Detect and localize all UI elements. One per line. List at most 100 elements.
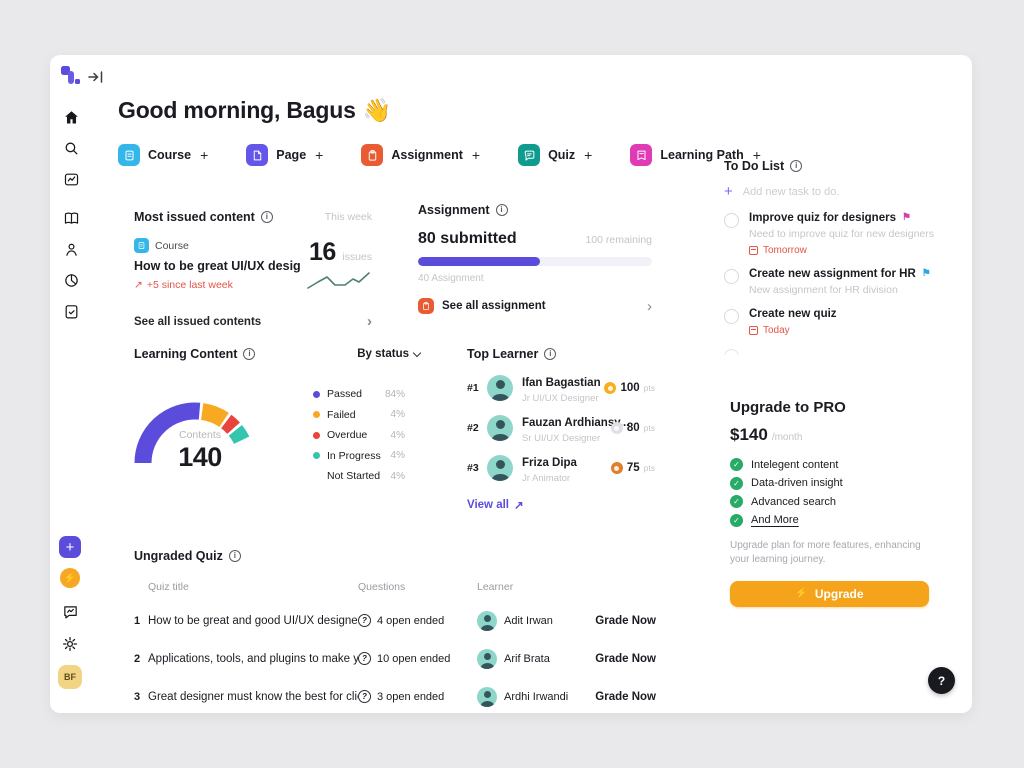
create-new-button[interactable]: + xyxy=(59,536,81,558)
see-all-issued-link[interactable]: See all issued contents › xyxy=(134,314,372,329)
legend-item: Passed84% xyxy=(313,387,405,401)
help-button[interactable]: ? xyxy=(928,667,955,694)
page-icon xyxy=(246,144,268,166)
learner-row[interactable]: #3 Friza DipaJr Animator 75pts xyxy=(467,455,655,481)
see-all-assignment-link[interactable]: See all assignment › xyxy=(418,298,652,314)
quiz-icon xyxy=(518,144,540,166)
grade-now-button[interactable]: Grade Now xyxy=(587,653,656,665)
info-icon[interactable]: i xyxy=(496,204,508,216)
check-icon: ✓ xyxy=(730,514,743,527)
column-quiz-title: Quiz title xyxy=(148,581,358,593)
settings-gear-icon[interactable] xyxy=(61,635,79,653)
chevron-right-icon: › xyxy=(647,299,652,314)
add-task-input[interactable]: + Add new task to do. xyxy=(724,183,950,200)
learner-avatar xyxy=(487,455,513,481)
arrow-up-right-icon: ↗ xyxy=(514,498,524,512)
price-period: /month xyxy=(772,432,803,443)
by-status-dropdown[interactable]: By status xyxy=(357,348,420,360)
question-icon: ? xyxy=(358,652,371,665)
info-icon[interactable]: i xyxy=(243,348,255,360)
wave-emoji: 👋 xyxy=(363,97,391,124)
create-course-button[interactable]: Course + xyxy=(118,144,208,166)
analytics-icon[interactable] xyxy=(62,170,80,188)
info-icon[interactable]: i xyxy=(790,160,802,172)
learner-avatar xyxy=(477,687,497,707)
learning-gauge-chart: Contents 140 xyxy=(125,383,275,469)
card-title: To Do List xyxy=(724,159,784,173)
task-checkbox[interactable] xyxy=(724,269,739,284)
todo-task: Create new assignment for HR⚑ New assign… xyxy=(724,268,950,296)
people-icon[interactable] xyxy=(62,240,80,258)
plus-icon: + xyxy=(66,539,75,556)
period-label: This week xyxy=(325,211,372,223)
chevron-right-icon: › xyxy=(367,314,372,329)
tasks-icon[interactable] xyxy=(62,302,80,320)
legend-item: Overdue4% xyxy=(313,428,405,442)
check-icon: ✓ xyxy=(730,477,743,490)
library-icon[interactable] xyxy=(62,209,80,227)
check-icon: ✓ xyxy=(730,458,743,471)
todo-task: Create new quiz Today xyxy=(724,308,950,336)
create-assignment-button[interactable]: Assignment + xyxy=(361,144,480,166)
quiz-table-header: Quiz title Questions Learner xyxy=(134,581,656,593)
gauge-legend: Passed84% Failed4% Overdue4% In Progress… xyxy=(313,387,405,483)
legend-item: Failed4% xyxy=(313,408,405,422)
user-initials: BF xyxy=(64,672,76,682)
collapse-sidebar-icon[interactable] xyxy=(88,70,104,84)
task-checkbox[interactable] xyxy=(724,309,739,324)
learner-avatar xyxy=(487,415,513,441)
info-icon[interactable]: i xyxy=(261,211,273,223)
create-quiz-button[interactable]: Quiz + xyxy=(518,144,592,166)
quiz-table-row[interactable]: 2 Applications, tools, and plugins to ma… xyxy=(134,648,656,669)
upgrade-title: Upgrade to PRO xyxy=(730,399,930,416)
legend-dot xyxy=(313,391,320,398)
submitted-count: 80 submitted xyxy=(418,230,517,248)
plus-icon: + xyxy=(584,147,592,163)
top-learner-card: Top Learner i #1 Ifan BagastianJr UI/UX D… xyxy=(467,347,655,512)
issued-content-title: How to be great UI/UX desig... xyxy=(134,259,300,273)
calendar-icon xyxy=(749,246,758,255)
add-task-placeholder: Add new task to do. xyxy=(743,186,840,198)
learner-avatar xyxy=(487,375,513,401)
medal-icon xyxy=(604,382,616,394)
view-all-link[interactable]: View all↗ xyxy=(467,498,655,512)
reports-icon[interactable] xyxy=(62,271,80,289)
grade-now-button[interactable]: Grade Now xyxy=(587,691,656,703)
home-icon[interactable] xyxy=(62,108,80,126)
card-title: Top Learner xyxy=(467,347,538,361)
question-icon: ? xyxy=(358,614,371,627)
card-title: Assignment xyxy=(418,203,490,217)
messages-icon[interactable] xyxy=(62,603,79,620)
quiz-table-row[interactable]: 3 Great designer must know the best for … xyxy=(134,686,656,707)
boost-button[interactable]: ⚡ xyxy=(60,568,80,588)
question-mark: ? xyxy=(938,674,945,688)
create-page-button[interactable]: Page + xyxy=(246,144,323,166)
column-learner: Learner xyxy=(477,581,587,593)
upgrade-button[interactable]: ⚡ Upgrade xyxy=(730,581,929,607)
info-icon[interactable]: i xyxy=(229,550,241,562)
learner-avatar xyxy=(477,611,497,631)
quiz-table-row[interactable]: 1 How to be great and good UI/UX designe… xyxy=(134,610,656,631)
issues-sparkline xyxy=(306,269,372,293)
card-title: Most issued content xyxy=(134,210,255,224)
task-checkbox[interactable] xyxy=(724,213,739,228)
and-more-link[interactable]: And More xyxy=(751,514,799,526)
learner-row[interactable]: #2 Fauzan Ardhiansy...Sr UI/UX Designer … xyxy=(467,415,655,441)
page-title: Good morning, Bagus 👋 xyxy=(118,97,391,124)
upgrade-description: Upgrade plan for more features, enhancin… xyxy=(730,539,926,568)
due-date-badge: Tomorrow xyxy=(749,245,934,256)
info-icon[interactable]: i xyxy=(544,348,556,360)
learner-avatar xyxy=(477,649,497,669)
gauge-value: 140 xyxy=(125,442,275,473)
todo-task: Improve quiz for designers⚑ Need to impr… xyxy=(724,212,950,256)
learner-row[interactable]: #1 Ifan BagastianJr UI/UX Designer 100pt… xyxy=(467,375,655,401)
app-logo-icon[interactable] xyxy=(60,65,82,87)
feature-list: ✓Intelegent content ✓Data-driven insight… xyxy=(730,458,930,527)
user-avatar[interactable]: BF xyxy=(58,665,82,689)
upgrade-pro-card: Upgrade to PRO $140 /month ✓Intelegent c… xyxy=(730,399,930,607)
delta-label: ↗+5 since last week xyxy=(134,279,300,291)
medal-icon xyxy=(611,462,623,474)
grade-now-button[interactable]: Grade Now xyxy=(587,615,656,627)
search-icon[interactable] xyxy=(62,139,80,157)
task-checkbox-partial xyxy=(724,349,739,355)
